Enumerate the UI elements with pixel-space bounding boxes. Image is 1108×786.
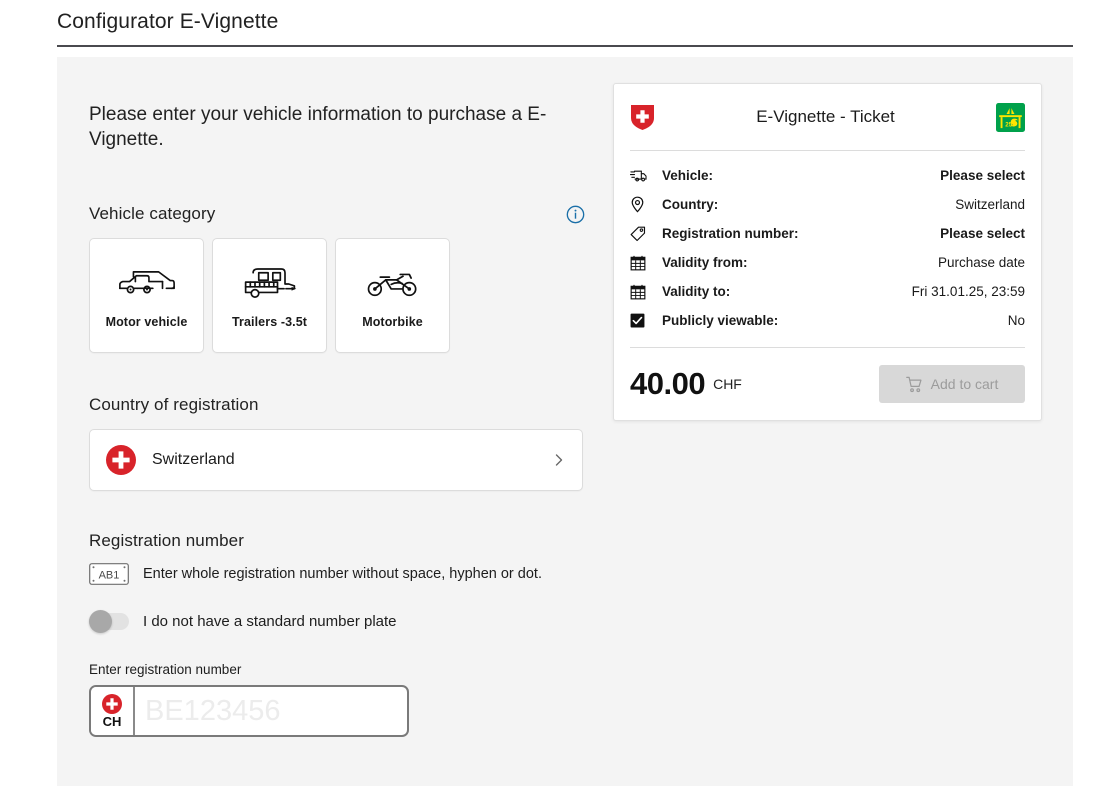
registration-hint-text: Enter whole registration number without … — [143, 566, 542, 582]
table-row: Country: Switzerland — [630, 190, 1025, 219]
ticket-row-label: Publicly viewable: — [662, 313, 779, 328]
page-root: Configurator E-Vignette Please enter you… — [0, 0, 1108, 786]
license-plate-icon: AB1 — [89, 563, 129, 585]
non-standard-plate-toggle-row: I do not have a standard number plate — [89, 610, 617, 633]
motorbike-icon — [364, 263, 422, 305]
plate-country-code: CH — [102, 714, 122, 729]
ticket-row-value: Please select — [940, 168, 1025, 183]
ticket-price-row: 40.00 CHF Add to cart — [630, 348, 1025, 420]
content-area: Please enter your vehicle information to… — [57, 57, 1073, 786]
table-row: Vehicle: Please select — [630, 161, 1025, 190]
vehicle-category-option-label: Motor vehicle — [105, 314, 188, 329]
ticket-row-value: Fri 31.01.25, 23:59 — [911, 284, 1025, 299]
motorway-vignette-icon: 25 — [996, 102, 1025, 132]
configurator-form: Please enter your vehicle information to… — [89, 102, 617, 737]
ticket-title: E-Vignette - Ticket — [756, 107, 895, 126]
ticket-row-value: No — [1007, 313, 1025, 328]
vehicle-category-header: Vehicle category — [89, 204, 585, 224]
country-selected-label: Switzerland — [152, 451, 235, 468]
ticket-row-value: Please select — [940, 226, 1025, 241]
caravan-trailer-icon — [240, 263, 300, 305]
vehicle-category-option-trailers[interactable]: Trailers -3.5t — [212, 238, 327, 353]
page-header: Configurator E-Vignette — [57, 0, 1073, 47]
ticket-detail-rows: Vehicle: Please select Country: Switzerl… — [630, 151, 1025, 347]
swiss-coat-of-arms-shield-icon — [630, 104, 655, 131]
truck-icon — [630, 168, 650, 183]
country-selector[interactable]: Switzerland — [89, 429, 583, 491]
intro-text: Please enter your vehicle information to… — [89, 104, 547, 150]
non-standard-plate-toggle[interactable] — [89, 610, 129, 633]
ticket-header: E-Vignette - Ticket 25 — [630, 84, 1025, 150]
ticket-row-label: Registration number: — [662, 226, 799, 241]
swiss-flag-round-icon — [106, 445, 136, 475]
table-row: Registration number: Please select — [630, 219, 1025, 248]
swiss-flag-round-icon — [102, 694, 122, 714]
registration-number-input[interactable] — [135, 687, 407, 735]
svg-text:AB1: AB1 — [99, 570, 120, 582]
vehicle-category-title: Vehicle category — [89, 204, 216, 223]
vehicle-category-option-label: Trailers -3.5t — [231, 314, 308, 329]
shopping-cart-icon — [905, 376, 923, 393]
registration-hint-row: AB1 Enter whole registration number with… — [89, 563, 617, 585]
vehicle-category-options: Motor vehicle Trailers -3.5t Motorbike — [89, 238, 617, 353]
registration-input-label: Enter registration number — [89, 662, 242, 677]
add-to-cart-label: Add to cart — [930, 376, 999, 392]
ticket-row-value: Purchase date — [937, 255, 1025, 270]
add-to-cart-button[interactable]: Add to cart — [879, 365, 1025, 403]
table-row: Validity from: Purchase date — [630, 248, 1025, 277]
car-van-icon — [116, 263, 178, 305]
vehicle-category-option-label: Motorbike — [362, 314, 423, 329]
checkbox-checked-icon — [630, 313, 650, 328]
ticket-currency: CHF — [713, 376, 742, 392]
vehicle-category-option-motor-vehicle[interactable]: Motor vehicle — [89, 238, 204, 353]
page-title: Configurator E-Vignette — [57, 10, 279, 33]
ticket-row-label: Vehicle: — [662, 168, 714, 183]
info-circle-icon[interactable] — [566, 205, 585, 224]
calendar-icon — [630, 284, 650, 300]
tag-icon — [630, 226, 650, 242]
non-standard-plate-toggle-label: I do not have a standard number plate — [143, 613, 397, 630]
registration-number-title: Registration number — [89, 531, 244, 550]
ticket-row-value: Switzerland — [955, 197, 1025, 212]
ticket-summary-card: E-Vignette - Ticket 25 Vehicle: Please s… — [613, 83, 1042, 421]
ticket-price: 40.00 — [630, 366, 706, 401]
toggle-knob — [89, 610, 112, 633]
ticket-row-label: Validity to: — [662, 284, 731, 299]
plate-country-block: CH — [91, 687, 135, 735]
country-of-registration-title: Country of registration — [89, 395, 259, 414]
location-pin-icon — [630, 196, 650, 213]
ticket-row-label: Validity from: — [662, 255, 748, 270]
calendar-icon — [630, 255, 650, 271]
vehicle-category-option-motorbike[interactable]: Motorbike — [335, 238, 450, 353]
chevron-right-icon — [552, 453, 566, 467]
table-row: Publicly viewable: No — [630, 306, 1025, 335]
ticket-row-label: Country: — [662, 197, 719, 212]
table-row: Validity to: Fri 31.01.25, 23:59 — [630, 277, 1025, 306]
registration-number-plate-field[interactable]: CH — [89, 685, 409, 737]
